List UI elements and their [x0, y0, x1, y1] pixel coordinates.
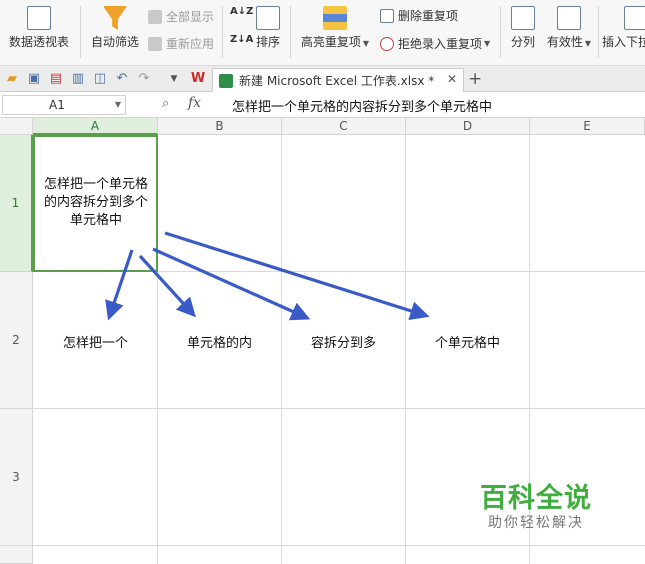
chevron-down-icon: ▼: [584, 39, 592, 48]
insert-dropdown-button[interactable]: 插入下拉: [602, 6, 645, 50]
select-all-corner[interactable]: [0, 118, 33, 135]
row-header-1[interactable]: 1: [0, 135, 33, 272]
validity-button[interactable]: 有效性 ▼: [544, 6, 594, 50]
reapply-button[interactable]: 重新应用: [148, 35, 214, 52]
cell-c2[interactable]: 容拆分到多: [282, 332, 405, 351]
funnel-small-icon: [148, 9, 162, 24]
delete-duplicates-icon: [380, 8, 394, 23]
open-folder-icon[interactable]: ▰: [4, 71, 20, 87]
chevron-down-icon[interactable]: ▼: [115, 96, 121, 114]
row-header-4[interactable]: [0, 546, 33, 564]
ribbon-divider: [222, 6, 223, 58]
formula-bar: A1 ▼ ⌕ fx 怎样把一个单元格的内容拆分到多个单元格中: [0, 92, 645, 118]
ribbon-toolbar: 数据透视表 自动筛选 全部显示 重新应用 A↓Z Z↓A 排序 高亮重复项 ▼ 删…: [0, 0, 645, 66]
selected-cell-border: [33, 135, 158, 272]
sort-descending-button[interactable]: Z↓A: [230, 34, 253, 45]
name-box[interactable]: A1 ▼: [2, 95, 126, 115]
sort-icon: [256, 6, 280, 30]
document-tab[interactable]: 新建 Microsoft Excel 工作表.xlsx * ✕: [212, 68, 464, 92]
wps-logo-icon: W: [190, 71, 206, 86]
ribbon-divider: [80, 6, 81, 58]
chevron-down-icon[interactable]: ▼: [166, 71, 182, 87]
reject-duplicates-button[interactable]: 拒绝录入重复项 ▼: [380, 35, 490, 52]
validity-check-icon: [557, 6, 581, 30]
export-pdf-icon[interactable]: ▤: [48, 71, 64, 87]
arrow-to-d2: [164, 231, 430, 321]
sort-za-icon: Z↓A: [230, 34, 254, 45]
column-header-e[interactable]: E: [530, 118, 645, 135]
delete-duplicates-button[interactable]: 删除重复项: [380, 7, 458, 24]
print-preview-icon[interactable]: ◫: [92, 71, 108, 87]
column-header-c[interactable]: C: [282, 118, 406, 135]
sort-ascending-button[interactable]: A↓Z: [230, 6, 253, 17]
undo-icon[interactable]: ↶: [114, 71, 130, 87]
print-icon[interactable]: ▥: [70, 71, 86, 87]
redo-icon[interactable]: ↷: [136, 71, 152, 87]
arrow-to-c2: [152, 247, 311, 321]
column-header-a[interactable]: A: [33, 118, 158, 135]
pivot-table-icon: [27, 6, 51, 30]
ribbon-divider: [500, 6, 501, 58]
split-column-icon: [511, 6, 535, 30]
funnel-icon: [103, 6, 127, 30]
save-icon[interactable]: ▣: [26, 71, 42, 87]
close-icon[interactable]: ✕: [447, 72, 457, 86]
function-icon[interactable]: fx: [188, 95, 201, 111]
pivot-table-button[interactable]: 数据透视表: [6, 6, 72, 50]
split-column-button[interactable]: 分列: [506, 6, 540, 50]
ribbon-divider: [598, 6, 599, 58]
zoom-search-icon[interactable]: ⌕: [162, 96, 169, 111]
cell-a2[interactable]: 怎样把一个: [34, 332, 157, 351]
grid-line: [33, 408, 645, 409]
sort-az-icon: A↓Z: [230, 6, 254, 17]
spreadsheet-icon: [219, 73, 233, 88]
sort-button[interactable]: 排序: [252, 6, 284, 50]
row-header-3[interactable]: 3: [0, 409, 33, 546]
watermark-brand: 百科全说: [480, 483, 592, 514]
row-header-2[interactable]: 2: [0, 272, 33, 409]
grid-line: [33, 545, 645, 546]
watermark-slogan: 助你轻松解决: [488, 515, 584, 531]
chevron-down-icon: ▼: [484, 39, 491, 48]
dropdown-list-icon: [624, 6, 645, 30]
cell-b2[interactable]: 单元格的内: [158, 332, 281, 351]
quick-access-and-tabs: ▰ ▣ ▤ ▥ ◫ ↶ ↷ ▼ W 新建 Microsoft Excel 工作表…: [0, 66, 645, 92]
chevron-down-icon: ▼: [362, 39, 370, 48]
new-tab-icon[interactable]: +: [468, 69, 482, 89]
reject-icon: [380, 36, 394, 51]
formula-input[interactable]: 怎样把一个单元格的内容拆分到多个单元格中: [232, 96, 492, 115]
highlight-grid-icon: [323, 6, 347, 30]
show-all-button[interactable]: 全部显示: [148, 8, 214, 25]
funnel-refresh-icon: [148, 36, 162, 51]
auto-filter-button[interactable]: 自动筛选: [88, 6, 142, 50]
cell-d2[interactable]: 个单元格中: [406, 332, 529, 351]
highlight-duplicates-button[interactable]: 高亮重复项 ▼: [298, 6, 372, 50]
ribbon-divider: [290, 6, 291, 58]
column-header-d[interactable]: D: [406, 118, 530, 135]
column-header-b[interactable]: B: [158, 118, 282, 135]
